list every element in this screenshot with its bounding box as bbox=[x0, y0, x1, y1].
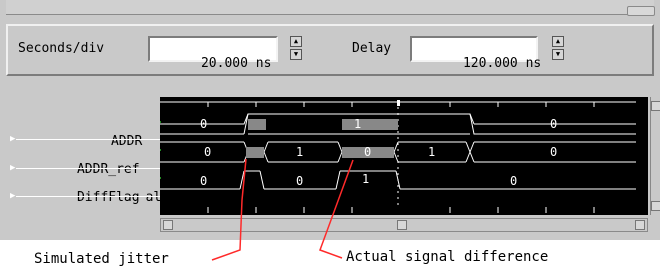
difference-callout-label: Actual signal difference bbox=[346, 249, 549, 265]
callout-lines bbox=[211, 158, 354, 261]
jitter-callout-label: Simulated jitter bbox=[34, 251, 169, 267]
